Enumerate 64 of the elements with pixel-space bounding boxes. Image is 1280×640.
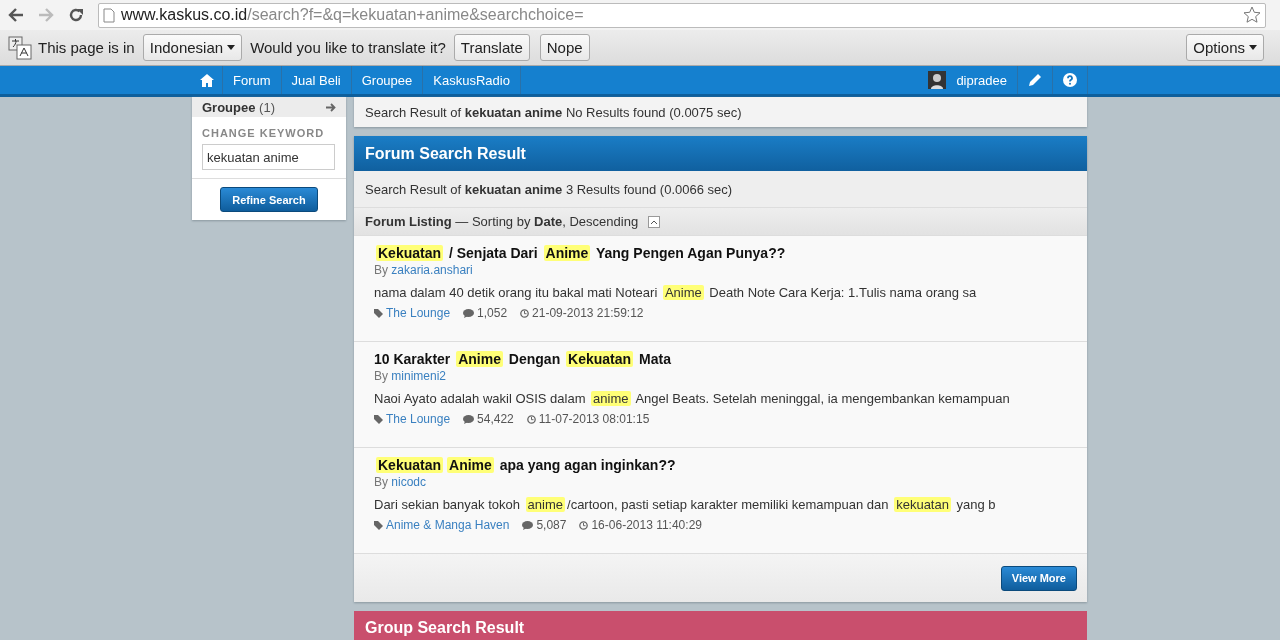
post-date: 11-07-2013 08:01:15 (538, 412, 650, 426)
author-link[interactable]: minimeni2 (391, 369, 447, 383)
by-label: By (374, 369, 388, 383)
clock-icon (520, 308, 530, 318)
help-icon (1063, 73, 1077, 87)
thread-snippet: Naoi Ayato adalah wakil OSIS dalam anime Angel Beats. Setelah meninggal, ia mengembankan kemampuan (374, 391, 1010, 406)
thread-snippet: nama dalam 40 detik orang itu bakal mati Noteari Anime Death Note Cara Kerja: 1.Tulis nama orang sa (374, 285, 977, 300)
address-field[interactable]: www.kaskus.co.id/search?f=&q=kekuatan+anime&searchchoice= (98, 2, 1266, 28)
options-button[interactable]: Options (1186, 34, 1264, 61)
nav-link[interactable]: Groupee (351, 66, 424, 94)
caret-icon (227, 45, 236, 50)
translate-prompt: This page is in (38, 39, 135, 56)
clock-icon (526, 414, 536, 424)
arrow-icon (326, 102, 336, 112)
comment-icon (463, 414, 475, 424)
thread-snippet: Dari sekian banyak tokoh anime /cartoon, pasti setiap karakter memiliki kemampuan dan kekuatan yang b (374, 497, 996, 512)
result-summary: Search Result of kekuatan anime No Results found (0.0075 sec) (365, 104, 742, 120)
category-link[interactable]: Anime & Manga Haven (386, 518, 510, 532)
caret-icon (1249, 45, 1257, 50)
tag-icon (374, 520, 383, 530)
by-label: By (374, 475, 388, 489)
translate-bar-button[interactable]: Nope (539, 34, 590, 61)
home-icon (200, 73, 214, 87)
tag-icon (374, 414, 383, 424)
post-date: 16-06-2013 11:40:29 (591, 518, 702, 532)
back-icon[interactable] (8, 8, 24, 22)
thread-title[interactable]: Kekuatan / Senjata Dari Anime Yang Pengen Agan Punya?? (374, 245, 786, 261)
thread-title[interactable]: 10 Karakter Anime Dengan Kekuatan Mata (374, 351, 671, 367)
view-more-button[interactable]: View More (1000, 565, 1077, 591)
keyword-label: CHANGE KEYWORD (202, 127, 326, 139)
pencil-icon (1028, 73, 1042, 87)
nav-link[interactable]: KaskusRadio (423, 66, 521, 94)
post-date: 21-09-2013 21:59:12 (532, 306, 644, 320)
thread-title[interactable]: Kekuatan Anime apa yang agan inginkan?? (374, 457, 676, 473)
nav-link[interactable]: Jual Beli (281, 66, 352, 94)
panel-title: Forum Search Result (365, 144, 526, 163)
category-link[interactable]: The Lounge (386, 306, 451, 320)
panel-title: Group Search Result (365, 619, 525, 636)
reply-count: 5,087 (536, 518, 567, 532)
tag-icon (374, 308, 383, 318)
listing-sort: Forum Listing — Sorting by Date, Descending (365, 214, 639, 229)
result-summary: Search Result of kekuatan anime 3 Results found (0.0066 sec) (365, 181, 733, 197)
category-link[interactable]: The Lounge (386, 412, 451, 426)
collapse-icon[interactable] (648, 215, 661, 228)
avatar-icon[interactable] (928, 71, 947, 89)
translate-icon (8, 35, 32, 60)
reply-count: 54,422 (477, 412, 514, 426)
refine-search-button[interactable]: Refine Search (220, 187, 318, 212)
page-icon (103, 7, 115, 23)
translate-question: Would you like to translate it? (250, 39, 446, 56)
keyword-field[interactable]: kekuatan anime (202, 144, 335, 170)
nav-link[interactable]: Forum (223, 66, 282, 94)
comment-icon (522, 520, 534, 530)
by-label: By (374, 263, 388, 277)
comment-icon (463, 308, 475, 318)
author-link[interactable]: zakaria.anshari (391, 263, 473, 277)
author-link[interactable]: nicodc (391, 475, 427, 489)
translate-bar-button[interactable]: Translate (453, 34, 530, 61)
reload-icon[interactable] (68, 7, 84, 23)
language-dropdown[interactable]: Indonesian (142, 34, 243, 61)
username-link[interactable]: dipradee (946, 66, 1018, 94)
reply-count: 1,052 (477, 306, 508, 320)
clock-icon (579, 520, 589, 530)
star-icon[interactable] (1243, 6, 1261, 24)
